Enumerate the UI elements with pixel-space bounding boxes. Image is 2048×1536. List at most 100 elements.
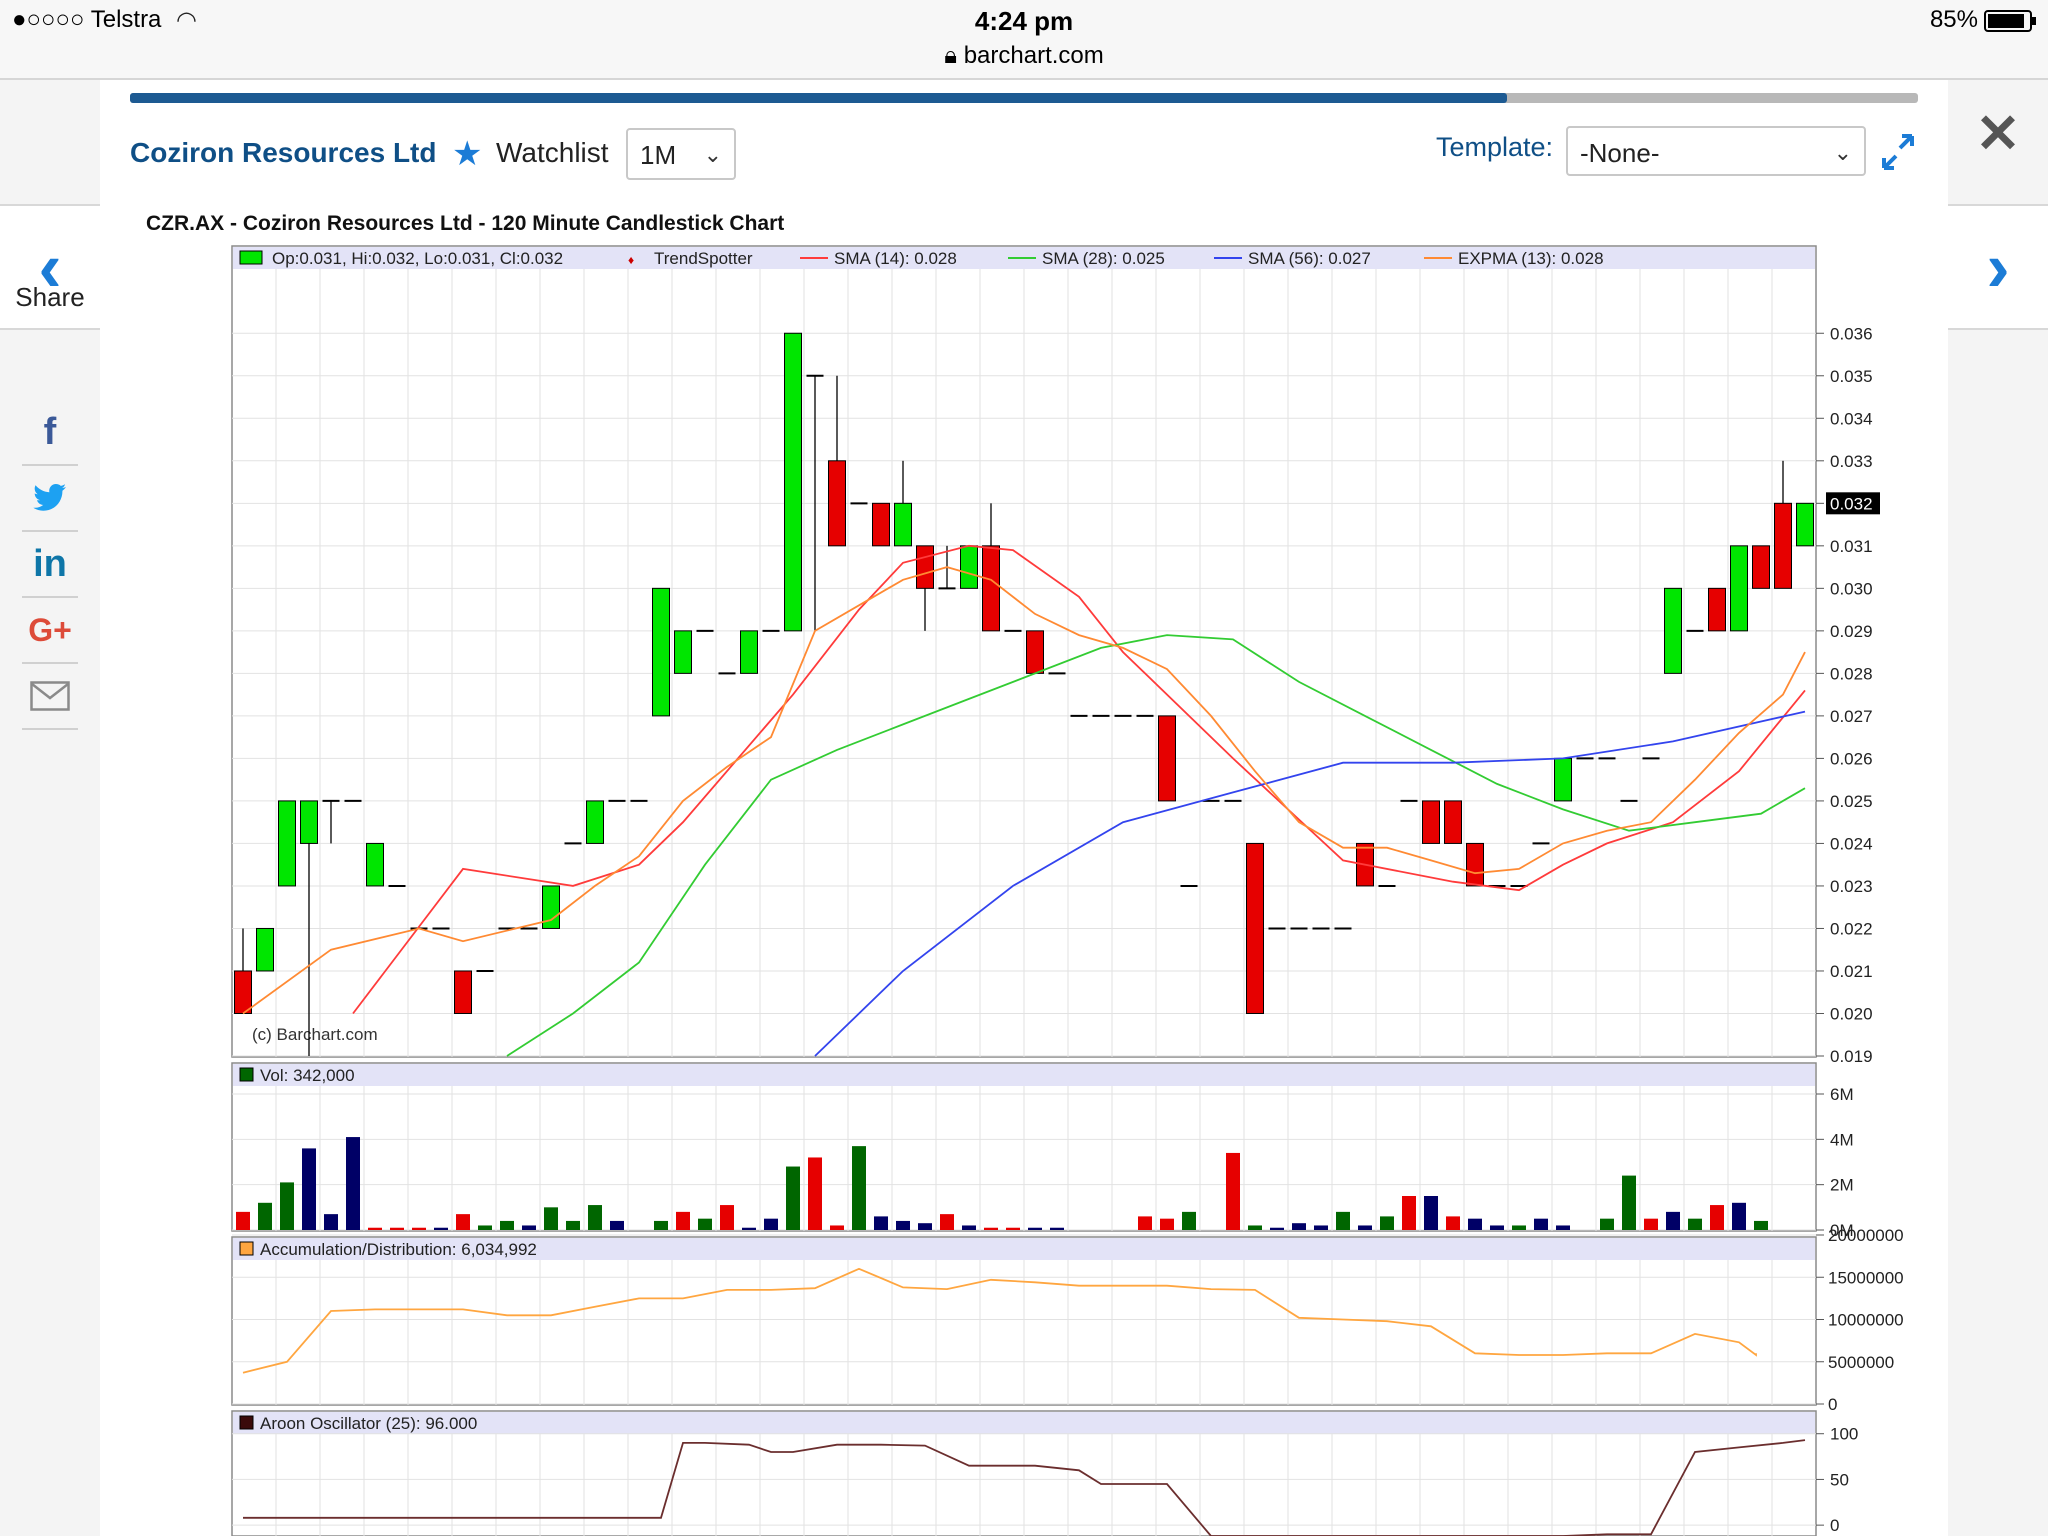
volume-tick-label: 2M — [1830, 1176, 1854, 1195]
candle-body — [1158, 715, 1176, 802]
price-tick-label: 0.026 — [1830, 749, 1873, 768]
price-tick-label: 0.030 — [1830, 579, 1873, 598]
candle-body — [828, 460, 846, 547]
candle-body — [982, 545, 1000, 632]
candle-body — [1444, 800, 1462, 844]
volume-bar — [1138, 1216, 1152, 1230]
price-tick-label: 0.035 — [1830, 367, 1873, 386]
ad-tick-label: 20000000 — [1828, 1226, 1904, 1245]
legend-sma56: SMA (56): 0.027 — [1248, 249, 1371, 268]
volume-bar — [280, 1182, 294, 1230]
volume-bar — [1380, 1216, 1394, 1230]
candle-body — [1796, 502, 1814, 547]
ad-tick-label: 5000000 — [1828, 1353, 1894, 1372]
candle-body — [1752, 545, 1770, 589]
volume-bar — [588, 1205, 602, 1230]
volume-bar — [390, 1227, 404, 1230]
volume-bar — [1270, 1227, 1284, 1230]
legend-volume: Vol: 342,000 — [260, 1066, 355, 1085]
ad-tick-label: 10000000 — [1828, 1311, 1904, 1330]
price-tick-label: 0.024 — [1830, 834, 1873, 853]
candle-body — [652, 587, 670, 717]
volume-bar — [676, 1211, 690, 1230]
aroon-tick-label: 0 — [1830, 1516, 1839, 1535]
volume-bar — [1754, 1220, 1768, 1230]
candle-body — [366, 842, 384, 887]
candle-body — [586, 800, 604, 844]
price-tick-label: 0.023 — [1830, 877, 1873, 896]
volume-bar — [1688, 1218, 1702, 1230]
volume-bar — [1490, 1225, 1504, 1230]
volume-bar — [1314, 1225, 1328, 1230]
volume-bar — [236, 1211, 250, 1230]
volume-bar — [1182, 1211, 1196, 1230]
volume-bar — [698, 1218, 712, 1230]
volume-bar — [1424, 1196, 1438, 1230]
volume-bar — [456, 1214, 470, 1230]
price-tick-label: 0.025 — [1830, 792, 1873, 811]
price-tick-label: 0.019 — [1830, 1047, 1873, 1066]
volume-panel-legend-bar — [233, 1064, 1815, 1086]
legend-ad: Accumulation/Distribution: 6,034,992 — [260, 1240, 537, 1259]
volume-bar — [918, 1223, 932, 1230]
candle-body — [1554, 757, 1572, 802]
price-tick-label: 0.031 — [1830, 537, 1873, 556]
volume-bar — [1512, 1225, 1526, 1230]
volume-bar — [1006, 1227, 1020, 1230]
candle-body — [1026, 630, 1044, 674]
price-tick-label: 0.021 — [1830, 962, 1873, 981]
candle-body — [1708, 587, 1726, 632]
volume-bar — [258, 1202, 272, 1230]
volume-bar — [478, 1225, 492, 1230]
trendspotter-icon: ♦ — [628, 253, 634, 267]
volume-bar — [1468, 1218, 1482, 1230]
volume-bar — [1292, 1223, 1306, 1230]
volume-tick-label: 6M — [1830, 1085, 1854, 1104]
volume-bar — [1600, 1218, 1614, 1230]
ad-tick-label: 15000000 — [1828, 1268, 1904, 1287]
legend-swatch-volume — [239, 1067, 254, 1082]
volume-bar — [1028, 1227, 1042, 1230]
price-tick-label: 0.036 — [1830, 324, 1873, 343]
candle-body — [1774, 502, 1792, 589]
volume-bar — [808, 1157, 822, 1230]
volume-bar — [962, 1225, 976, 1230]
volume-bar — [1358, 1225, 1372, 1230]
aroon-tick-label: 50 — [1830, 1470, 1849, 1489]
volume-bar — [1446, 1216, 1460, 1230]
candle-body — [454, 970, 472, 1014]
ad-tick-label: 0 — [1828, 1395, 1837, 1414]
price-tick-label: 0.034 — [1830, 409, 1873, 428]
volume-bar — [896, 1220, 910, 1230]
volume-bar — [412, 1227, 426, 1230]
legend-aroon: Aroon Oscillator (25): 96.000 — [260, 1414, 477, 1433]
candle-body — [1466, 842, 1484, 887]
legend-sma28: SMA (28): 0.025 — [1042, 249, 1165, 268]
volume-bar — [434, 1227, 448, 1230]
volume-bar — [1644, 1218, 1658, 1230]
volume-tick-label: 4M — [1830, 1130, 1854, 1149]
candle-body — [300, 800, 318, 844]
volume-bar — [742, 1227, 756, 1230]
candle-body — [872, 502, 890, 547]
candle-body — [674, 630, 692, 674]
legend-ohlc: Op:0.031, Hi:0.032, Lo:0.031, Cl:0.032 — [272, 249, 563, 268]
volume-bar — [1556, 1225, 1570, 1230]
volume-bar — [786, 1166, 800, 1230]
volume-bar — [1160, 1218, 1174, 1230]
volume-bar — [610, 1220, 624, 1230]
volume-bar — [544, 1207, 558, 1230]
candle-body — [1730, 545, 1748, 632]
price-tick-label: 0.027 — [1830, 707, 1873, 726]
volume-bar — [346, 1137, 360, 1230]
volume-bar — [1402, 1196, 1416, 1230]
volume-bar — [1666, 1211, 1680, 1230]
volume-bar — [654, 1220, 668, 1230]
volume-bar — [1710, 1205, 1724, 1230]
volume-bar — [874, 1216, 888, 1230]
volume-bar — [852, 1146, 866, 1230]
price-tick-label: 0.028 — [1830, 664, 1873, 683]
volume-bar — [984, 1227, 998, 1230]
price-tick-label: 0.022 — [1830, 919, 1873, 938]
volume-bar — [1732, 1202, 1746, 1230]
